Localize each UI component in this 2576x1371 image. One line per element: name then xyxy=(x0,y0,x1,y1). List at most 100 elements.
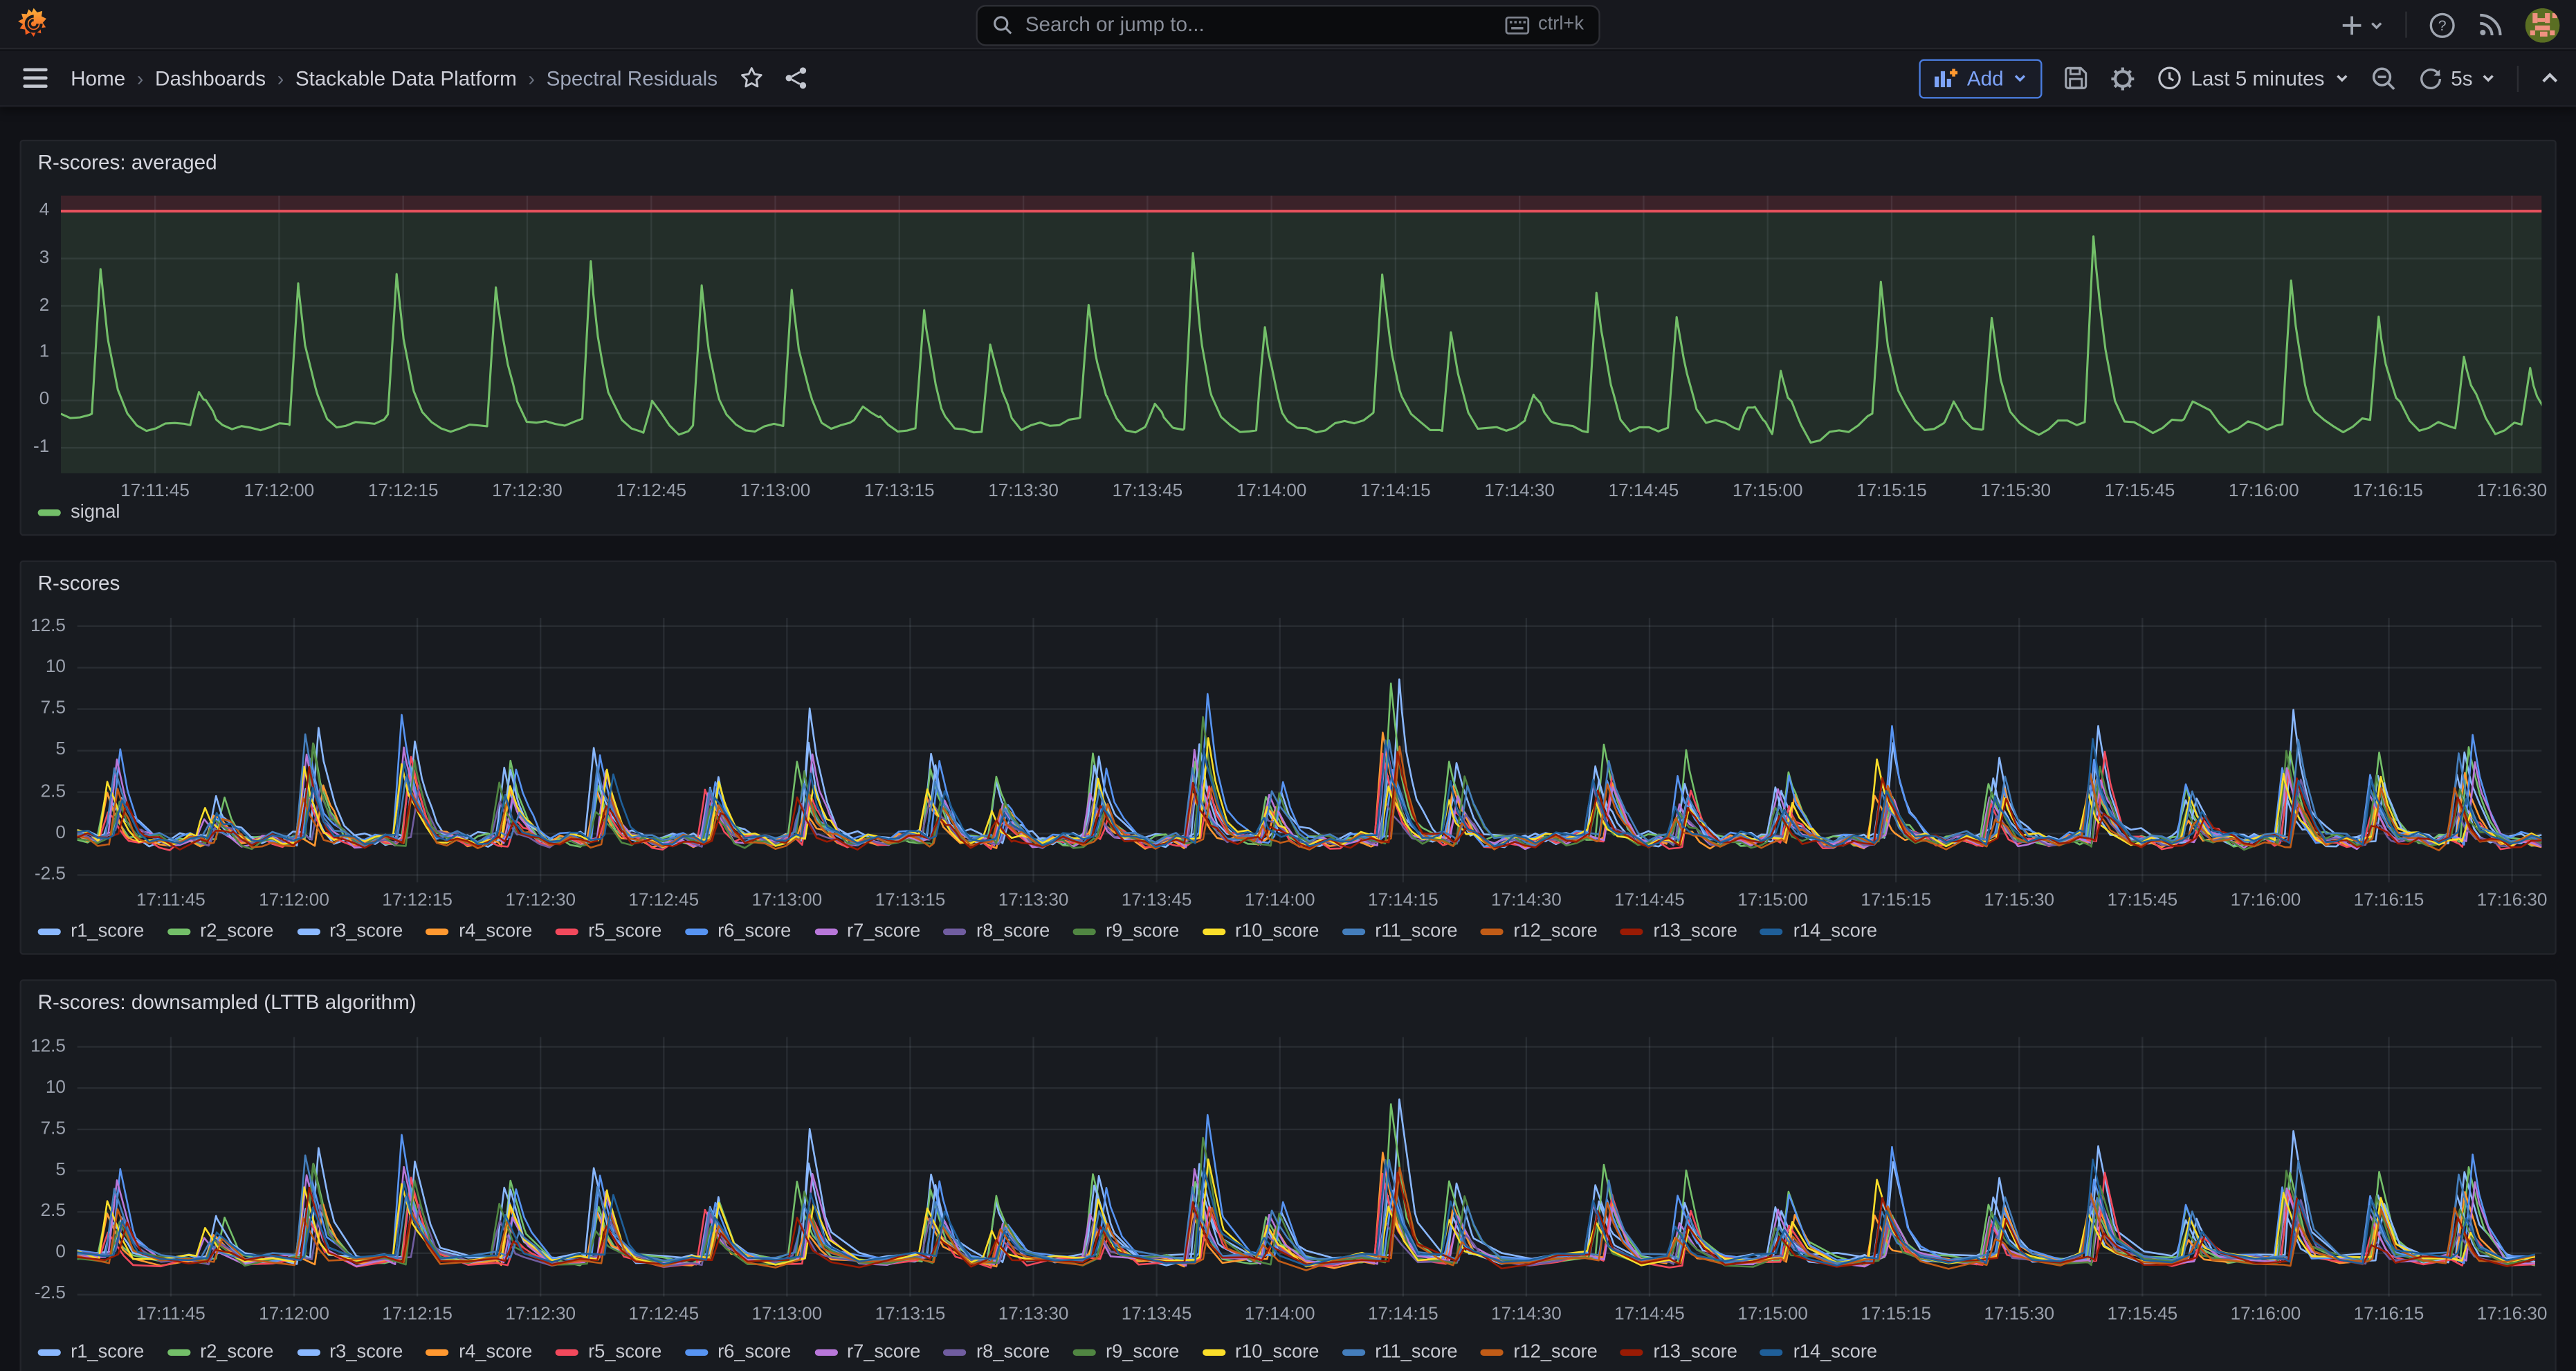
x-tick-label: 17:16:30 xyxy=(2463,891,2561,910)
legend-item-r13_score[interactable]: r13_score xyxy=(1620,922,1737,941)
x-tick-label: 17:12:30 xyxy=(491,891,590,910)
legend-item-r10_score[interactable]: r10_score xyxy=(1203,1343,1319,1362)
legend-label: r11_score xyxy=(1375,1343,1457,1362)
legend-item-r6_score[interactable]: r6_score xyxy=(685,922,792,941)
timeseries-chart[interactable] xyxy=(77,618,2542,882)
legend-item-r1_score[interactable]: r1_score xyxy=(38,922,145,941)
legend-item-r9_score[interactable]: r9_score xyxy=(1073,922,1180,941)
user-avatar[interactable] xyxy=(2525,8,2560,42)
legend-label: r1_score xyxy=(71,922,144,941)
legend-label: r4_score xyxy=(459,1343,532,1362)
legend-item-r2_score[interactable]: r2_score xyxy=(167,1343,274,1362)
panel-title[interactable]: R-scores: averaged xyxy=(38,151,217,174)
svg-text:?: ? xyxy=(2438,17,2447,33)
legend-item-r13_score[interactable]: r13_score xyxy=(1620,1343,1737,1362)
y-tick-label: 0 xyxy=(21,823,66,842)
panel-title[interactable]: R-scores xyxy=(38,572,120,594)
y-tick-label: -1 xyxy=(21,437,49,457)
refresh-picker[interactable]: 5s xyxy=(2418,66,2496,91)
legend-item-r3_score[interactable]: r3_score xyxy=(297,922,403,941)
legend-item-r4_score[interactable]: r4_score xyxy=(426,1343,533,1362)
share-icon xyxy=(783,66,808,91)
series-line-r6_score xyxy=(77,1115,2535,1263)
toolbar-divider xyxy=(2517,65,2519,91)
legend-item-signal[interactable]: signal xyxy=(38,503,120,523)
legend-label: r4_score xyxy=(459,922,532,941)
time-range-picker[interactable]: Last 5 minutes xyxy=(2157,66,2350,91)
legend-swatch xyxy=(556,1349,578,1355)
timeseries-chart[interactable] xyxy=(61,196,2541,473)
help-button[interactable]: ? xyxy=(2429,10,2456,38)
y-tick-label: 4 xyxy=(21,201,49,220)
x-tick-label: 17:13:30 xyxy=(984,1305,1082,1324)
legend-label: signal xyxy=(71,503,120,523)
news-button[interactable] xyxy=(2478,12,2504,38)
legend-label: r6_score xyxy=(718,922,791,941)
favorite-dashboard-button[interactable] xyxy=(739,66,764,91)
legend-item-r6_score[interactable]: r6_score xyxy=(685,1343,792,1362)
legend-item-r11_score[interactable]: r11_score xyxy=(1342,1343,1458,1362)
share-dashboard-button[interactable] xyxy=(783,66,808,91)
legend-label: r14_score xyxy=(1793,1343,1877,1362)
x-tick-label: 17:16:30 xyxy=(2463,1305,2561,1324)
search-input[interactable]: Search or jump to... ctrl+k xyxy=(976,4,1600,45)
x-tick-label: 17:15:15 xyxy=(1843,482,1941,501)
legend-item-r14_score[interactable]: r14_score xyxy=(1760,1343,1877,1362)
series-line-r1_score xyxy=(77,1100,2535,1264)
legend-item-r11_score[interactable]: r11_score xyxy=(1342,922,1458,941)
legend-swatch xyxy=(1342,1349,1365,1355)
breadcrumb-folder[interactable]: Stackable Data Platform xyxy=(295,66,517,89)
legend-item-r3_score[interactable]: r3_score xyxy=(297,1343,403,1362)
legend-item-r10_score[interactable]: r10_score xyxy=(1203,922,1319,941)
legend-label: r3_score xyxy=(329,922,403,941)
legend-item-r9_score[interactable]: r9_score xyxy=(1073,1343,1180,1362)
y-tick-label: 10 xyxy=(21,1078,66,1097)
mega-menu-button[interactable] xyxy=(23,67,48,89)
y-tick-label: 7.5 xyxy=(21,1119,66,1138)
legend-swatch xyxy=(814,929,837,935)
legend-label: r10_score xyxy=(1235,922,1319,941)
legend-item-r1_score[interactable]: r1_score xyxy=(38,1343,145,1362)
breadcrumb-home[interactable]: Home xyxy=(71,66,125,89)
legend-swatch xyxy=(38,929,61,935)
legend-item-r12_score[interactable]: r12_score xyxy=(1481,922,1598,941)
add-panel-button[interactable]: Add xyxy=(1919,58,2041,98)
x-tick-label: 17:15:30 xyxy=(1970,891,2068,910)
legend-item-r4_score[interactable]: r4_score xyxy=(426,922,533,941)
legend-label: r12_score xyxy=(1513,1343,1597,1362)
legend-item-r8_score[interactable]: r8_score xyxy=(944,922,1050,941)
collapse-topbar-button[interactable] xyxy=(2540,69,2559,88)
x-tick-label: 17:12:45 xyxy=(614,891,713,910)
x-tick-label: 17:14:15 xyxy=(1346,482,1445,501)
x-tick-label: 17:15:45 xyxy=(2090,482,2189,501)
y-tick-label: 0 xyxy=(21,390,49,409)
legend-item-r5_score[interactable]: r5_score xyxy=(556,922,662,941)
x-tick-label: 17:14:30 xyxy=(1477,891,1575,910)
breadcrumb: Home › Dashboards › Stackable Data Platf… xyxy=(71,66,718,89)
save-dashboard-button[interactable] xyxy=(2063,66,2088,91)
legend-item-r14_score[interactable]: r14_score xyxy=(1760,922,1877,941)
legend-item-r7_score[interactable]: r7_score xyxy=(814,1343,921,1362)
x-tick-label: 17:14:30 xyxy=(1477,1305,1575,1324)
legend-label: r8_score xyxy=(976,1343,1050,1362)
dashboard-settings-button[interactable] xyxy=(2109,65,2135,91)
legend-swatch xyxy=(38,1349,61,1355)
x-tick-label: 17:15:30 xyxy=(1970,1305,2068,1324)
y-tick-label: 3 xyxy=(21,248,49,267)
grafana-logo-icon[interactable] xyxy=(17,6,51,41)
legend-item-r5_score[interactable]: r5_score xyxy=(556,1343,662,1362)
breadcrumb-dashboards[interactable]: Dashboards xyxy=(155,66,266,89)
panel-title[interactable]: R-scores: downsampled (LTTB algorithm) xyxy=(38,991,417,1014)
legend-swatch xyxy=(1620,1349,1643,1355)
x-tick-label: 17:14:15 xyxy=(1354,1305,1452,1324)
x-tick-label: 17:12:45 xyxy=(614,1305,713,1324)
legend-item-r2_score[interactable]: r2_score xyxy=(167,922,274,941)
legend-item-r8_score[interactable]: r8_score xyxy=(944,1343,1050,1362)
save-icon xyxy=(2063,66,2088,91)
timeseries-chart[interactable] xyxy=(77,1037,2542,1296)
legend-swatch xyxy=(426,1349,449,1355)
legend-item-r12_score[interactable]: r12_score xyxy=(1481,1343,1598,1362)
zoom-out-time-button[interactable] xyxy=(2371,65,2397,91)
legend-item-r7_score[interactable]: r7_score xyxy=(814,922,921,941)
new-dropdown-button[interactable] xyxy=(2339,12,2384,37)
